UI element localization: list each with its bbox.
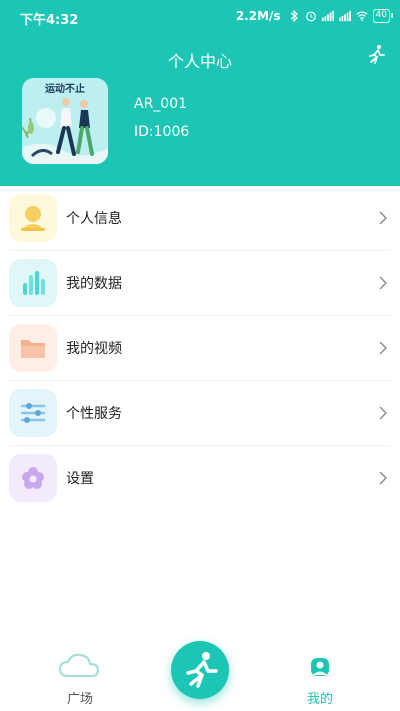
user-name: AR_001 (134, 96, 188, 112)
menu-item-label: 个人信息 (66, 211, 122, 227)
menu-item-label: 个性服务 (66, 406, 122, 422)
tab-mine[interactable]: 我的 (290, 648, 350, 708)
chevron-right-icon (379, 471, 387, 485)
battery-icon: 40 (372, 9, 394, 23)
chevron-right-icon (379, 341, 387, 355)
page-title: 个人中心 (167, 52, 232, 71)
menu-item-my-data[interactable]: 我的数据 (0, 251, 400, 316)
header: 下午4:32 2.2M/s 40 个人中心 运动不止 AR_001 ID:100… (0, 0, 400, 186)
tab-mine-label: 我的 (306, 692, 333, 707)
start-run-button[interactable] (171, 641, 229, 699)
alarm-icon (305, 11, 316, 22)
tab-plaza-label: 广场 (66, 692, 93, 707)
user-id: ID:1006 (134, 124, 190, 140)
flower-settings-icon (9, 454, 57, 502)
status-time: 下午4:32 (20, 13, 79, 28)
cloud-icon (58, 653, 100, 678)
menu-item-label: 我的视频 (66, 341, 122, 357)
menu-item-personal-service[interactable]: 个性服务 (0, 381, 400, 446)
menu-item-profile[interactable]: 个人信息 (0, 186, 400, 251)
wifi-icon (356, 11, 368, 22)
signal-icon (321, 10, 334, 22)
folder-video-icon (9, 324, 57, 372)
profile-icon (9, 194, 57, 242)
menu-item-label: 设置 (66, 471, 94, 487)
menu-item-settings[interactable]: 设置 (0, 446, 400, 511)
signal-hd-icon (338, 10, 351, 22)
bar-chart-icon (9, 259, 57, 307)
running-icon (186, 652, 218, 688)
menu-item-my-videos[interactable]: 我的视频 (0, 316, 400, 381)
network-speed: 2.2M/s (235, 9, 281, 23)
status-bar: 下午4:32 2.2M/s 40 (0, 0, 400, 34)
sliders-icon (9, 389, 57, 437)
bluetooth-icon (290, 10, 298, 22)
chevron-right-icon (379, 406, 387, 420)
chevron-right-icon (379, 276, 387, 290)
user-face-icon (311, 658, 329, 676)
tab-plaza[interactable]: 广场 (50, 648, 110, 708)
avatar-caption: 运动不止 (45, 84, 85, 95)
running-icon[interactable] (366, 44, 386, 66)
chevron-right-icon (379, 211, 387, 225)
menu-item-label: 我的数据 (66, 276, 122, 292)
avatar[interactable]: 运动不止 (22, 78, 108, 164)
status-icons: 2.2M/s 40 (235, 9, 394, 23)
